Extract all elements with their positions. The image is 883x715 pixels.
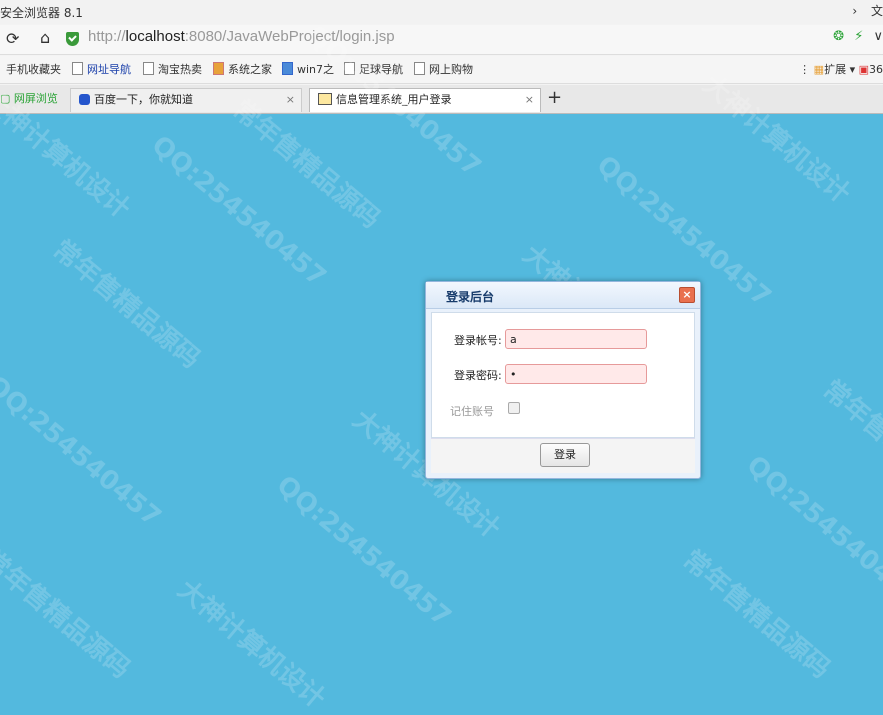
tab-baidu[interactable]: 百度一下，你就知道 ×: [70, 88, 302, 112]
password-label: 登录密码:: [454, 369, 502, 382]
new-tab-icon[interactable]: +: [547, 87, 562, 108]
extensions-menu[interactable]: ⋮ ▦扩展 ▾ ▣36: [799, 61, 883, 77]
account-label: 登录帐号:: [454, 334, 502, 347]
bookmark-label: 网上购物: [429, 63, 473, 76]
forward-icon[interactable]: ›: [852, 4, 857, 18]
watermark: 常年售精品源码: [0, 544, 136, 685]
tab-label: 网屏浏览: [13, 92, 58, 105]
url-host: localhost: [125, 28, 185, 45]
bookmark-label: 淘宝热卖: [158, 63, 202, 76]
bookmark-label: win7之: [297, 63, 335, 76]
extension-label: 扩展: [824, 63, 847, 76]
remember-checkbox[interactable]: [508, 402, 520, 414]
window-title: 安全浏览器 8.1: [0, 6, 83, 20]
watermark: 大神计算机设计: [171, 574, 331, 715]
watermark: QQ:254540457: [270, 470, 457, 633]
page-icon: [143, 62, 154, 75]
image-icon: [318, 93, 332, 105]
secure-shield-icon: [66, 32, 79, 46]
window-controls[interactable]: › 文: [842, 2, 883, 19]
account-input[interactable]: a: [505, 329, 647, 349]
tab-login[interactable]: 信息管理系统_用户登录 ×: [309, 88, 541, 112]
bookmark-win7[interactable]: win7之: [282, 61, 334, 77]
windows-icon: [213, 62, 224, 75]
bookmark-label: 网址导航: [87, 63, 131, 76]
url-prefix: http://: [88, 28, 126, 45]
bookmark-mobile[interactable]: 手机收藏夹: [6, 61, 61, 77]
bookmark-shopping[interactable]: 网上购物: [414, 61, 473, 77]
bookmark-label: 系统之家: [228, 63, 272, 76]
apps-icon: ▦: [813, 63, 825, 76]
dropdown-icon[interactable]: ∨: [873, 29, 883, 44]
watermark: QQ:254540457: [145, 130, 332, 293]
watermark: 常年售精品源码: [46, 234, 206, 375]
watermark: QQ:254540457: [0, 370, 167, 533]
bookmark-system[interactable]: 系统之家: [213, 61, 272, 77]
tab-label: 信息管理系统_用户登录: [336, 93, 452, 106]
bookmark-nav[interactable]: 网址导航: [72, 61, 131, 77]
tab-screen-browse[interactable]: ▢ 网屏浏览: [0, 88, 63, 112]
page-icon: [344, 62, 355, 75]
dialog-header: 登录后台 ×: [426, 282, 700, 309]
bookmark-label: 足球导航: [359, 63, 403, 76]
remember-label: 记住账号: [450, 405, 494, 418]
tab-label: 百度一下，你就知道: [94, 93, 193, 106]
page-icon: [72, 62, 83, 75]
extension-extra-label: 36: [869, 63, 883, 76]
grip-icon: ⋮: [799, 63, 814, 76]
app-icon: ▣: [858, 63, 869, 76]
bookmark-football[interactable]: 足球导航: [344, 61, 403, 77]
watermark: QQ:254540457: [740, 450, 883, 613]
menu-icon[interactable]: 文: [871, 4, 883, 18]
bookmark-taobao[interactable]: 淘宝热卖: [143, 61, 202, 77]
extension-icon[interactable]: ❂: [833, 29, 844, 44]
speed-icon[interactable]: ⚡: [854, 29, 863, 44]
baidu-paw-icon: [79, 94, 90, 105]
address-bar-icons: ❂ ⚡ ∨: [827, 29, 883, 44]
refresh-icon[interactable]: ⟳: [6, 29, 19, 48]
home-icon[interactable]: ⌂: [40, 28, 50, 47]
title-bar: 安全浏览器 8.1 › 文: [0, 0, 883, 24]
login-dialog: 登录后台 × 登录帐号: a 登录密码: • 记住账号 登录: [425, 281, 701, 479]
password-input[interactable]: •: [505, 364, 647, 384]
page-icon: [414, 62, 425, 75]
screen-icon: ▢: [0, 92, 14, 105]
dialog-title: 登录后台: [446, 290, 495, 304]
close-icon[interactable]: ×: [679, 287, 695, 303]
watermark: 常年售精品源码: [816, 374, 883, 515]
win7-icon: [282, 62, 293, 75]
login-button[interactable]: 登录: [540, 443, 590, 467]
tab-close-icon[interactable]: ×: [286, 89, 295, 111]
watermark: 常年售精品源码: [676, 544, 836, 685]
address-bar[interactable]: http://localhost:8080/JavaWebProject/log…: [88, 28, 395, 45]
tab-close-icon[interactable]: ×: [525, 89, 534, 111]
url-path: :8080/JavaWebProject/login.jsp: [184, 28, 395, 45]
